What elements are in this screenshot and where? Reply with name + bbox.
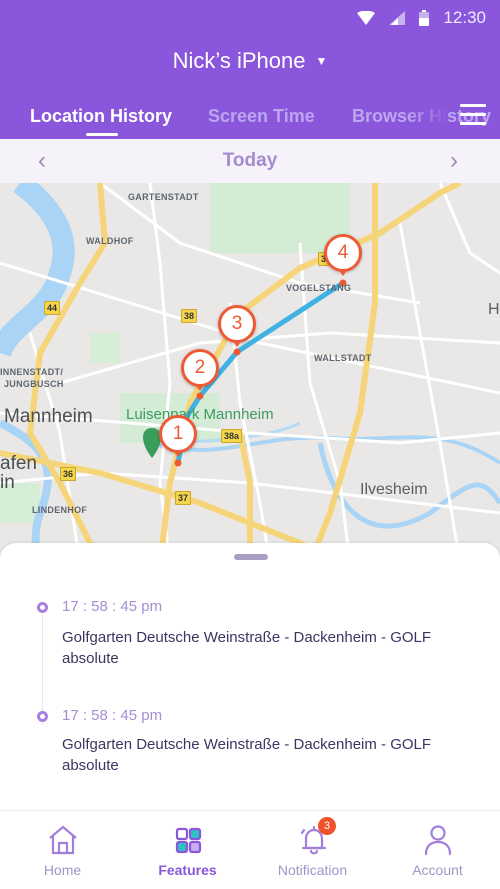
feature-tabs: Location History Screen Time Browser His… <box>0 98 500 138</box>
next-day-button[interactable]: › <box>450 147 458 175</box>
map-label-waldhof: WALDHOF <box>86 236 134 246</box>
road-shield-44: 44 <box>44 301 61 315</box>
nav-account-label: Account <box>412 862 463 878</box>
nav-home-label: Home <box>43 862 82 878</box>
map-label-h: H <box>488 301 500 318</box>
map-label-lindenhof: LINDENHOF <box>32 505 88 515</box>
map-label-vogelstang: VOGELSTANG <box>286 283 352 293</box>
map-label-luisenpark: Luisenpark Mannheim <box>126 406 274 423</box>
device-selector[interactable]: Nick’s iPhone ▼ <box>0 48 500 74</box>
entry-time: 17 : 58 : 45 pm <box>62 707 163 724</box>
timeline-dot-icon <box>37 711 48 722</box>
nav-features-label: Features <box>158 862 217 878</box>
timeline-line <box>42 615 43 725</box>
location-map[interactable]: GARTENSTADT WALDHOF VOGELSTANG WALLSTADT… <box>0 183 500 563</box>
device-name: Nick’s iPhone <box>172 48 306 73</box>
entry-place: Golfgarten Deutsche Weinstraße - Dackenh… <box>62 629 432 667</box>
map-label-innenstadt: INNENSTADT/ <box>0 367 64 377</box>
road-shield-37: 37 <box>175 491 192 505</box>
nav-account[interactable]: Account <box>375 811 500 889</box>
tab-screen-time[interactable]: Screen Time <box>208 106 315 127</box>
features-grid-icon <box>175 827 202 854</box>
date-navigator: ‹ Today › <box>0 139 500 183</box>
road-shield-38: 38 <box>181 309 198 323</box>
nav-home[interactable]: Home <box>0 811 125 889</box>
map-label-gartenstadt: GARTENSTADT <box>128 192 199 202</box>
road-shield-38a: 38a <box>221 429 243 443</box>
tab-overflow-fade <box>408 98 448 138</box>
map-label-jungbusch: JUNGBUSCH <box>4 379 64 389</box>
timeline-dot-icon <box>37 602 48 613</box>
notification-badge: 3 <box>318 817 336 835</box>
map-marker-1[interactable]: 1 <box>159 415 197 461</box>
map-marker-4[interactable]: 4 <box>324 234 362 280</box>
map-label-mannheim: Mannheim <box>4 406 93 427</box>
date-label: Today <box>222 150 278 171</box>
hamburger-menu-icon[interactable] <box>460 104 486 126</box>
app-header: 12:30 Nick’s iPhone ▼ Location History S… <box>0 0 500 139</box>
bottom-navigation: Home Features 3 Notification Account <box>0 810 500 889</box>
entry-time: 17 : 58 : 45 pm <box>62 598 163 615</box>
tab-location-history[interactable]: Location History <box>30 106 172 127</box>
signal-icon <box>389 11 406 25</box>
sheet-drag-handle[interactable] <box>234 554 268 560</box>
map-marker-3[interactable]: 3 <box>218 305 256 351</box>
map-label-wallstadt: WALLSTADT <box>314 353 372 363</box>
nav-notification-label: Notification <box>277 862 348 878</box>
home-icon <box>49 825 77 855</box>
location-timeline-sheet: 17 : 58 : 45 pm Golfgarten Deutsche Wein… <box>0 543 500 813</box>
map-marker-2[interactable]: 2 <box>181 349 219 395</box>
map-label-in: in <box>0 472 15 493</box>
status-bar: 12:30 <box>357 0 500 36</box>
nav-notification[interactable]: 3 Notification <box>250 811 375 889</box>
road-shield-36: 36 <box>60 467 77 481</box>
map-label-ilvesheim: Ilvesheim <box>360 481 428 498</box>
user-icon <box>424 825 452 856</box>
nav-features[interactable]: Features <box>125 811 250 889</box>
caret-down-icon: ▼ <box>315 54 328 68</box>
battery-icon <box>419 10 430 26</box>
active-tab-indicator <box>86 133 118 136</box>
entry-place: Golfgarten Deutsche Weinstraße - Dackenh… <box>62 736 432 774</box>
wifi-icon <box>357 11 376 25</box>
clock: 12:30 <box>443 8 486 27</box>
